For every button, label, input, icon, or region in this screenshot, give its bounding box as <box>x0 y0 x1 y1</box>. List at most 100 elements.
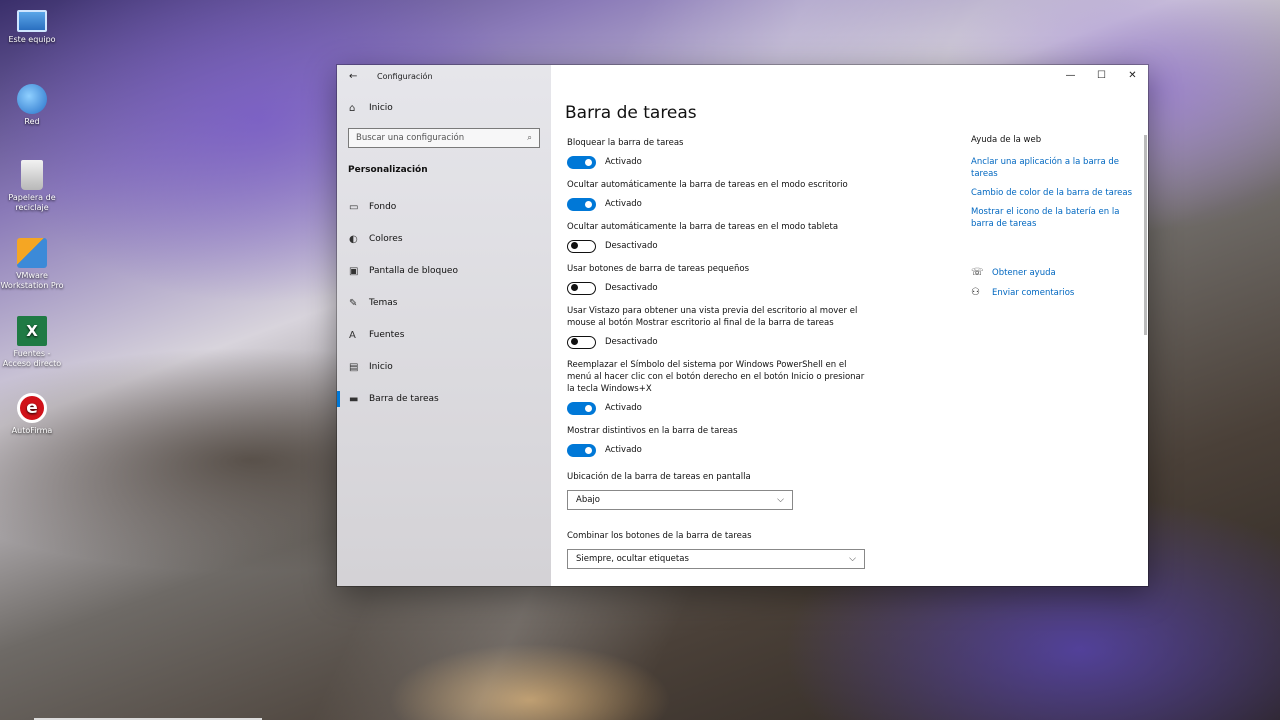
back-arrow-icon[interactable]: ← <box>349 71 377 82</box>
setting-label: Usar Vistazo para obtener una vista prev… <box>567 306 858 328</box>
sidebar-item-inicio[interactable]: ▤ Inicio <box>337 351 551 383</box>
setting-ocultar-tableta: Ocultar automáticamente la barra de tare… <box>567 221 867 253</box>
chat-help-icon: ☏ <box>971 267 984 278</box>
sidebar-item-label: Inicio <box>369 362 393 372</box>
feedback-icon: ⚇ <box>971 287 980 298</box>
toggle-bloquear[interactable] <box>567 155 596 169</box>
setting-label: Reemplazar el Símbolo del sistema por Wi… <box>567 360 865 394</box>
app-title: Configuración <box>377 71 433 81</box>
setting-vistazo: Usar Vistazo para obtener una vista prev… <box>567 305 867 349</box>
setting-label: Ocultar automáticamente la barra de tare… <box>567 180 848 190</box>
search-input[interactable]: Buscar una configuración ⌕ <box>348 128 540 148</box>
setting-ubicacion: Ubicación de la barra de tareas en panta… <box>567 471 867 510</box>
toggle-botones-pequenos[interactable] <box>567 281 596 295</box>
help-link-color[interactable]: Cambio de color de la barra de tareas <box>971 187 1141 199</box>
sidebar-item-label: Barra de tareas <box>369 394 439 404</box>
sidebar-item-inicio-home[interactable]: ⌂ Inicio <box>337 92 551 124</box>
setting-label: Combinar los botones de la barra de tare… <box>567 531 752 541</box>
sidebar-item-label: Fondo <box>369 202 397 212</box>
brush-icon: ✎ <box>349 297 358 309</box>
setting-ocultar-escritorio: Ocultar automáticamente la barra de tare… <box>567 179 867 211</box>
desktop-icon-red[interactable]: Red <box>0 84 64 127</box>
desktop-icon-label: VMware Workstation Pro <box>0 271 64 290</box>
minimize-button[interactable]: — <box>1055 65 1086 87</box>
image-icon: ▭ <box>349 201 359 213</box>
sidebar-item-barra-tareas[interactable]: ▬ Barra de tareas <box>337 383 551 415</box>
maximize-button[interactable]: ☐ <box>1086 65 1117 87</box>
chevron-down-icon: ⌵ <box>777 495 784 505</box>
toggle-vistazo[interactable] <box>567 335 596 349</box>
toggle-state: Activado <box>605 403 642 413</box>
palette-icon: ◐ <box>349 233 358 245</box>
setting-bloquear: Bloquear la barra de tareas Activado <box>567 137 867 169</box>
settings-window: ← Configuración ⌂ Inicio Buscar una conf… <box>337 65 1148 586</box>
ubicacion-dropdown[interactable]: Abajo ⌵ <box>567 490 793 510</box>
setting-label: Ubicación de la barra de tareas en panta… <box>567 472 751 482</box>
desktop-icon-fuentes[interactable]: X Fuentes - Acceso directo <box>0 316 64 369</box>
section-title: Personalización <box>348 165 428 175</box>
sidebar-item-fondo[interactable]: ▭ Fondo <box>337 191 551 223</box>
sidebar-item-label: Temas <box>369 298 398 308</box>
start-icon: ▤ <box>349 361 359 373</box>
sidebar-item-label: Inicio <box>369 103 393 113</box>
page-title: Barra de tareas <box>565 103 697 123</box>
help-panel: Ayuda de la web Anclar una aplicación a … <box>971 135 1141 307</box>
desktop-icon-vmware[interactable]: VMware Workstation Pro <box>0 238 64 291</box>
desktop-icon-label: Red <box>24 117 40 126</box>
window-controls: — ☐ ✕ <box>1055 65 1148 87</box>
setting-botones-pequenos: Usar botones de barra de tareas pequeños… <box>567 263 867 295</box>
excel-icon: X <box>17 316 47 346</box>
toggle-distintivos[interactable] <box>567 443 596 457</box>
settings-list: Bloquear la barra de tareas Activado Ocu… <box>567 137 867 579</box>
feedback-link[interactable]: ⚇ Enviar comentarios <box>971 287 1141 298</box>
desktop-icon-este-equipo[interactable]: Este equipo <box>0 6 64 45</box>
sidebar-item-fuentes[interactable]: A Fuentes <box>337 319 551 351</box>
setting-label: Bloquear la barra de tareas <box>567 138 684 148</box>
titlebar-left: ← Configuración <box>337 65 551 87</box>
desktop-icon-label: Este equipo <box>8 35 56 44</box>
setting-label: Mostrar distintivos en la barra de tarea… <box>567 426 738 436</box>
setting-label: Ocultar automáticamente la barra de tare… <box>567 222 839 232</box>
setting-label: Usar botones de barra de tareas pequeños <box>567 264 750 274</box>
lock-screen-icon: ▣ <box>349 265 359 277</box>
help-title: Ayuda de la web <box>971 135 1042 145</box>
sidebar: ← Configuración ⌂ Inicio Buscar una conf… <box>337 65 551 586</box>
close-button[interactable]: ✕ <box>1117 65 1148 87</box>
get-help-label: Obtener ayuda <box>992 267 1056 278</box>
sidebar-item-temas[interactable]: ✎ Temas <box>337 287 551 319</box>
desktop-icon-papelera[interactable]: Papelera de reciclaje <box>0 160 64 213</box>
sidebar-item-label: Pantalla de bloqueo <box>369 266 458 276</box>
dropdown-value: Abajo <box>576 495 600 505</box>
network-icon <box>17 84 47 114</box>
help-link-anclar[interactable]: Anclar una aplicación a la barra de tare… <box>971 156 1141 180</box>
help-link-bateria[interactable]: Mostrar el icono de la batería en la bar… <box>971 206 1141 230</box>
recycle-bin-icon <box>21 160 43 190</box>
search-placeholder: Buscar una configuración <box>356 133 465 143</box>
home-icon: ⌂ <box>349 102 356 114</box>
toggle-state: Desactivado <box>605 283 658 293</box>
toggle-ocultar-escritorio[interactable] <box>567 197 596 211</box>
content-pane: — ☐ ✕ Barra de tareas Bloquear la barra … <box>551 65 1148 586</box>
chevron-down-icon: ⌵ <box>849 554 856 564</box>
sidebar-item-label: Fuentes <box>369 330 405 340</box>
desktop-icon-label: Papelera de reciclaje <box>8 193 56 212</box>
font-icon: A <box>349 329 356 341</box>
setting-distintivos: Mostrar distintivos en la barra de tarea… <box>567 425 867 457</box>
sidebar-item-colores[interactable]: ◐ Colores <box>337 223 551 255</box>
autofirma-icon: e <box>17 393 47 423</box>
search-icon: ⌕ <box>527 133 532 143</box>
toggle-state: Desactivado <box>605 241 658 251</box>
toggle-state: Activado <box>605 199 642 209</box>
setting-powershell: Reemplazar el Símbolo del sistema por Wi… <box>567 359 867 415</box>
scrollbar[interactable] <box>1144 135 1147 335</box>
toggle-state: Desactivado <box>605 337 658 347</box>
toggle-ocultar-tableta[interactable] <box>567 239 596 253</box>
combinar-dropdown[interactable]: Siempre, ocultar etiquetas ⌵ <box>567 549 865 569</box>
sidebar-item-label: Colores <box>369 234 403 244</box>
get-help-link[interactable]: ☏ Obtener ayuda <box>971 267 1141 278</box>
toggle-powershell[interactable] <box>567 401 596 415</box>
sidebar-item-pantalla-bloqueo[interactable]: ▣ Pantalla de bloqueo <box>337 255 551 287</box>
desktop-icon-autofirma[interactable]: e AutoFirma <box>0 393 64 436</box>
setting-combinar: Combinar los botones de la barra de tare… <box>567 530 867 569</box>
toggle-state: Activado <box>605 157 642 167</box>
